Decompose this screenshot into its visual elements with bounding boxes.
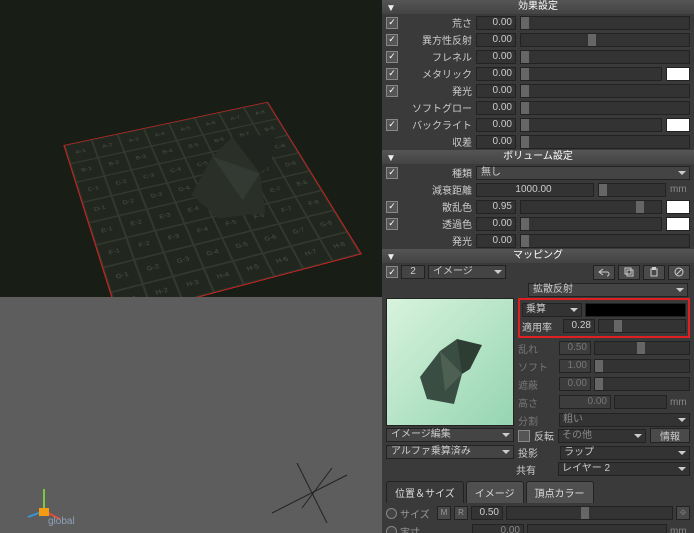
mapping-enable-checkbox[interactable] [386,266,398,278]
volume-type-dropdown[interactable]: 無し [476,166,690,180]
effect-checkbox[interactable] [386,17,398,29]
tab-vertex-color[interactable]: 頂点カラー [526,481,594,503]
effect-swatch[interactable] [666,67,690,81]
effect-slider[interactable] [520,50,690,64]
section-header-volume[interactable]: ▼ ボリューム設定 [382,150,694,164]
attenuation-label: 減衰距離 [402,182,472,197]
r-button[interactable]: R [454,506,468,520]
effect-slider[interactable] [520,67,662,81]
gizmo-mode-label: global [48,516,75,527]
effect-input[interactable]: 0.00 [476,84,516,98]
clear-icon[interactable] [668,265,690,280]
texture-thumbnail[interactable] [386,298,514,426]
properties-panel: ▼ 効果設定 荒さ0.00異方性反射0.00フレネル0.00メタリック0.00発… [382,0,694,533]
effect-slider[interactable] [520,101,690,115]
volume-glow-slider[interactable] [520,234,690,248]
scatter-input[interactable]: 0.95 [476,200,516,214]
mapping-index-dropdown[interactable]: 2 [401,265,425,279]
effect-slider[interactable] [520,135,690,149]
copy-icon[interactable] [618,265,640,280]
viewport-secondary[interactable]: global [0,297,382,533]
effect-input[interactable]: 0.00 [476,33,516,47]
tab-image[interactable]: イメージ [466,481,524,503]
viewport: A-1A-2A-3A-4A-5A-6A-7A-8B-1B-2B-3B-4B-5B… [0,0,382,533]
chevron-down-icon: ▼ [386,2,396,16]
undo-icon[interactable] [593,265,615,280]
effect-checkbox[interactable] [386,68,398,80]
tab-position-size[interactable]: 位置＆サイズ [386,481,464,503]
trans-slider[interactable] [520,217,662,231]
scatter-slider[interactable] [520,200,662,214]
size-radio[interactable] [386,508,397,519]
mapping-mode-dropdown[interactable]: イメージ [428,265,506,279]
effect-input[interactable]: 0.00 [476,50,516,64]
effect-input[interactable]: 0.00 [476,16,516,30]
invert-checkbox[interactable] [518,430,530,442]
trans-checkbox[interactable] [386,218,398,230]
effect-input[interactable]: 0.00 [476,135,516,149]
m-button[interactable]: M [437,506,451,520]
effect-checkbox[interactable] [386,85,398,97]
chevron-down-icon: ▼ [386,152,396,166]
effect-slider[interactable] [520,16,690,30]
volume-type-checkbox[interactable] [386,167,398,179]
info-button[interactable]: 情報 [650,428,690,443]
alpha-dropdown[interactable]: アルファ乗算済み [386,445,514,459]
real-radio[interactable] [386,526,397,533]
effect-input[interactable]: 0.00 [476,118,516,132]
effect-checkbox[interactable] [386,119,398,131]
section-header-effect[interactable]: ▼ 効果設定 [382,0,694,14]
volume-type-label: 種類 [402,165,472,180]
apply-rate-slider[interactable] [598,319,686,333]
effect-slider[interactable] [520,118,662,132]
effect-input[interactable]: 0.00 [476,67,516,81]
effect-swatch[interactable] [666,118,690,132]
highlighted-region: 乗算 適用率 0.28 [518,298,690,338]
link-icon[interactable]: ⟐ [676,506,690,520]
chevron-down-icon: ▼ [386,251,396,265]
scatter-checkbox[interactable] [386,201,398,213]
paste-icon[interactable] [643,265,665,280]
trans-input[interactable]: 0.00 [476,217,516,231]
effect-slider[interactable] [520,84,690,98]
effect-slider[interactable] [520,33,690,47]
apply-rate-input[interactable]: 0.28 [563,319,595,333]
projection-dropdown[interactable]: ラップ [560,446,690,460]
effect-checkbox[interactable] [386,34,398,46]
viewport-3d[interactable]: A-1A-2A-3A-4A-5A-6A-7A-8B-1B-2B-3B-4B-5B… [0,0,382,297]
attenuation-slider[interactable] [598,183,666,197]
volume-glow-input[interactable]: 0.00 [476,234,516,248]
share-dropdown[interactable]: レイヤー 2 [558,462,690,476]
blend-color-swatch[interactable] [585,303,686,317]
effect-input[interactable]: 0.00 [476,101,516,115]
trans-swatch[interactable] [666,217,690,231]
section-header-mapping[interactable]: ▼ マッピング [382,249,694,263]
attenuation-input[interactable]: 1000.00 [476,183,594,197]
image-edit-dropdown[interactable]: イメージ編集 [386,428,514,442]
scatter-swatch[interactable] [666,200,690,214]
diffuse-dropdown[interactable]: 拡散反射 [528,283,688,297]
wireframe-cross [272,463,352,523]
effect-checkbox[interactable] [386,51,398,63]
blend-mode-dropdown[interactable]: 乗算 [522,303,582,317]
